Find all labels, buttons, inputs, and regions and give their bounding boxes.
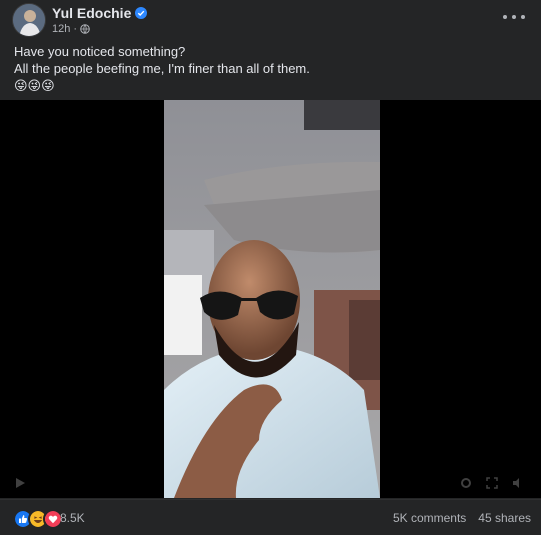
post-text-line-2: All the people beefing me, I'm finer tha… — [14, 61, 310, 76]
reaction-count[interactable]: 8.5K — [60, 511, 85, 525]
meta-separator: · — [73, 23, 78, 35]
more-options-icon[interactable] — [503, 10, 525, 24]
reaction-icons[interactable] — [13, 509, 63, 529]
fullscreen-icon[interactable] — [486, 477, 498, 489]
volume-icon[interactable] — [512, 477, 524, 489]
author-name[interactable]: Yul Edochie — [52, 5, 131, 21]
video-still — [164, 100, 380, 498]
engagement-stats: 5K comments 45 shares — [393, 511, 531, 525]
globe-icon — [80, 24, 90, 34]
post-text-line-1: Have you noticed something? — [14, 44, 186, 59]
facebook-post: Yul Edochie 12h · Have you noticed somet… — [0, 0, 541, 534]
post-emojis: 😜😜😜 — [14, 78, 55, 93]
post-text: Have you noticed something? All the peop… — [14, 43, 524, 94]
post-footer: 8.5K 5K comments 45 shares — [0, 499, 541, 535]
video-player[interactable] — [0, 100, 541, 498]
settings-icon[interactable] — [460, 477, 472, 489]
post-meta: 12h · — [52, 23, 90, 35]
verified-badge-icon — [135, 7, 148, 19]
play-icon[interactable] — [14, 477, 26, 489]
video-frame[interactable] — [164, 100, 380, 498]
post-header: Yul Edochie 12h · — [0, 0, 541, 40]
video-controls — [0, 474, 541, 492]
shares-count[interactable]: 45 shares — [478, 511, 531, 525]
post-time[interactable]: 12h — [52, 23, 70, 35]
author-avatar[interactable] — [12, 3, 46, 37]
comments-count[interactable]: 5K comments — [393, 511, 466, 525]
